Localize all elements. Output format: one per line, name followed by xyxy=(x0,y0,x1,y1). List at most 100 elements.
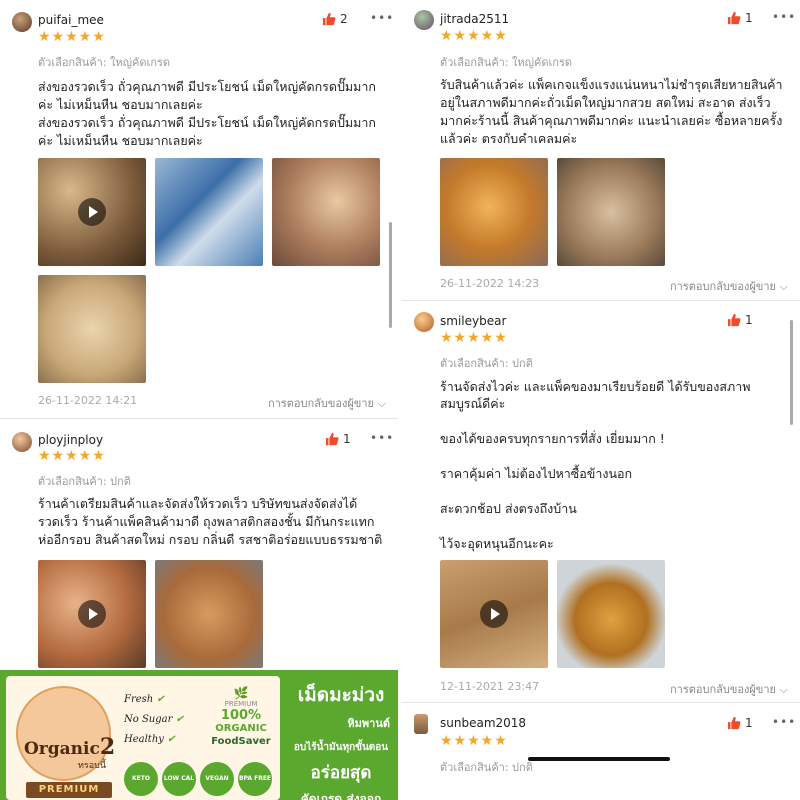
divider xyxy=(402,300,800,301)
more-options-icon[interactable]: ••• xyxy=(370,431,394,445)
like-button[interactable]: 1 xyxy=(727,716,753,730)
seller-reply-toggle[interactable]: การตอบกลับของผู้ขาย ⌵ xyxy=(268,394,386,412)
star-rating: ★★★★★ xyxy=(38,448,106,464)
review-text-line xyxy=(440,482,785,499)
premium-ribbon: PREMIUM xyxy=(26,782,112,798)
review-item: puifai_mee 2 ••• ★★★★★ ตัวเลือกสินค้า: ใ… xyxy=(0,0,398,420)
review-text-line: สมบูรณ์ดีค่ะ xyxy=(440,396,506,412)
seller-reply-label: การตอบกลับของผู้ขาย xyxy=(670,683,776,696)
more-options-icon[interactable]: ••• xyxy=(772,10,796,24)
avatar[interactable] xyxy=(414,312,434,332)
review-username[interactable]: smileybear xyxy=(440,314,506,328)
organic-badge: 🌿 PREMIUM 100% ORGANIC FoodSaver xyxy=(206,686,276,747)
review-date: 26-11-2022 14:21 xyxy=(38,394,138,407)
home-indicator[interactable] xyxy=(528,757,670,761)
scrollbar[interactable] xyxy=(389,222,392,328)
review-item: smileybear 1 ★★★★★ ตัวเลือกสินค้า: ปกติ … xyxy=(402,302,800,702)
review-text-line: มากค่ะร้านนี้ สินค้าคุณภาพดีมากค่ะ แนะนำ… xyxy=(440,113,783,128)
review-text-line: ส่งของรวดเร็ว ถั่วคุณภาพดี มีประโยชน์ เม… xyxy=(38,79,377,94)
seller-reply-toggle[interactable]: การตอบกลับของผู้ขาย ⌵ xyxy=(670,277,788,295)
ad-card: Organic2 ทรอบนี้ PREMIUM Fresh ✔ No Suga… xyxy=(6,676,280,800)
foodsaver-logo: FoodSaver xyxy=(211,736,271,747)
bpa-free-badge-icon: BPA FREE xyxy=(238,762,272,796)
review-text-line: ของได้ของครบทุกรายการที่สั่ง เยี่ยมมาก ! xyxy=(440,431,665,447)
review-date: 12-11-2021 23:47 xyxy=(440,680,540,693)
keto-badge-icon: KETO DIET xyxy=(124,762,158,796)
diet-badges: KETO DIET LOW CAL VEGAN BPA FREE xyxy=(124,762,272,796)
check-icon: ✔ xyxy=(156,694,165,705)
star-rating: ★★★★★ xyxy=(38,29,106,45)
avatar[interactable] xyxy=(414,10,434,30)
review-text: ร้านจัดส่งไวค่ะ และแพ็คของมาเรียบร้อยดี … xyxy=(440,378,785,552)
seller-reply-toggle[interactable]: การตอบกลับของผู้ขาย ⌵ xyxy=(670,680,788,698)
star-rating: ★★★★★ xyxy=(440,330,508,346)
organic-percent: 100% xyxy=(220,708,262,723)
play-icon xyxy=(78,198,106,226)
review-date: 26-11-2022 14:23 xyxy=(440,277,540,290)
ad-banner[interactable]: Organic2 ทรอบนี้ PREMIUM Fresh ✔ No Suga… xyxy=(0,670,398,800)
review-text-line: อยู่ในสภาพดีมากค่ะถั่วเม็ดใหญ่มากสวย สดใ… xyxy=(440,95,771,110)
vegan-badge-icon: VEGAN xyxy=(200,762,234,796)
review-video-thumbnail[interactable] xyxy=(38,560,146,668)
more-options-icon[interactable]: ••• xyxy=(772,715,796,729)
review-text-line: ร้านค้าเตรียมสินค้าและจัดส่งให้รวดเร็ว บ… xyxy=(38,496,358,511)
ad-line-2: อร่อยสุด xyxy=(310,763,372,783)
review-username[interactable]: jitrada2511 xyxy=(440,12,509,26)
play-icon xyxy=(480,600,508,628)
play-icon xyxy=(78,600,106,628)
review-text-line: ค่ะ ไม่เหม็นหืน ชอบมากเลยค่ะ xyxy=(38,97,203,112)
brand-sub: ทรอบนี้ xyxy=(78,761,107,771)
review-text-line: รวดเร็ว ร้านค้าแพ็คสินค้ามาดี ถุงพลาสติก… xyxy=(38,514,375,529)
review-text-line: แล้วค่ะ ตรงกับคำเคลมค่ะ xyxy=(440,131,578,146)
organic-word: ORGANIC xyxy=(215,723,267,734)
chevron-down-icon: ⌵ xyxy=(779,683,788,696)
avatar[interactable] xyxy=(12,432,32,452)
review-video-thumbnail[interactable] xyxy=(440,560,548,668)
seller-reply-label: การตอบกลับของผู้ขาย xyxy=(670,280,776,293)
avatar[interactable] xyxy=(12,12,32,32)
review-text-line: สะดวกช้อป ส่งตรงถึงบ้าน xyxy=(440,500,577,516)
review-username[interactable]: sunbeam2018 xyxy=(440,716,526,730)
thumbs-up-icon xyxy=(325,432,339,446)
review-text-line: ส่งของรวดเร็ว ถั่วคุณภาพดี มีประโยชน์ เม… xyxy=(38,115,377,130)
review-text-line: ร้านจัดส่งไวค่ะ และแพ็คของมาเรียบร้อยดี … xyxy=(440,379,751,394)
check-item: No Sugar ✔ xyxy=(124,714,184,725)
like-button[interactable]: 1 xyxy=(727,11,753,25)
variant-label: ตัวเลือกสินค้า: ปกติ xyxy=(440,357,533,370)
review-photo[interactable] xyxy=(272,158,380,266)
review-photo[interactable] xyxy=(155,560,263,668)
review-text-line: ค่ะ ไม่เหม็นหืน ชอบมากเลยค่ะ xyxy=(38,133,203,148)
ad-headline: เม็ดมะม่วง xyxy=(297,684,385,706)
like-button[interactable]: 2 xyxy=(322,12,348,26)
divider xyxy=(0,418,398,419)
like-count: 1 xyxy=(745,313,753,327)
review-photo[interactable] xyxy=(155,158,263,266)
chevron-down-icon: ⌵ xyxy=(779,280,788,293)
ad-subhead: หิมพานต์ xyxy=(347,717,390,730)
like-button[interactable]: 1 xyxy=(727,313,753,327)
variant-label: ตัวเลือกสินค้า: ใหญ่คัดเกรด xyxy=(38,56,171,69)
review-photo[interactable] xyxy=(440,158,548,266)
review-video-thumbnail[interactable] xyxy=(38,158,146,266)
like-button[interactable]: 1 xyxy=(325,432,351,446)
like-count: 1 xyxy=(745,716,753,730)
thumbs-up-icon xyxy=(322,12,336,26)
scrollbar[interactable] xyxy=(790,320,793,425)
review-username[interactable]: puifai_mee xyxy=(38,13,104,27)
avatar[interactable] xyxy=(414,714,428,734)
ad-line-3: คัดเกรด ส่งออก xyxy=(300,792,382,800)
review-text-line xyxy=(440,517,785,534)
thumbs-up-icon xyxy=(727,716,741,730)
review-photo[interactable] xyxy=(557,158,665,266)
review-text-line: ราคาคุ้มค่า ไม่ต้องไปหาซื้อข้างนอก xyxy=(440,466,633,482)
review-photo[interactable] xyxy=(557,560,665,668)
review-username[interactable]: ployjinploy xyxy=(38,433,103,447)
like-count: 1 xyxy=(745,11,753,25)
leaf-icon: 🌿 xyxy=(233,686,249,700)
review-photo[interactable] xyxy=(38,275,146,383)
thumbs-up-icon xyxy=(727,11,741,25)
more-options-icon[interactable]: ••• xyxy=(370,11,394,25)
brand-name: Organic2 xyxy=(24,734,116,760)
check-item: Fresh ✔ xyxy=(124,694,165,705)
variant-label: ตัวเลือกสินค้า: ปกติ xyxy=(440,761,533,774)
